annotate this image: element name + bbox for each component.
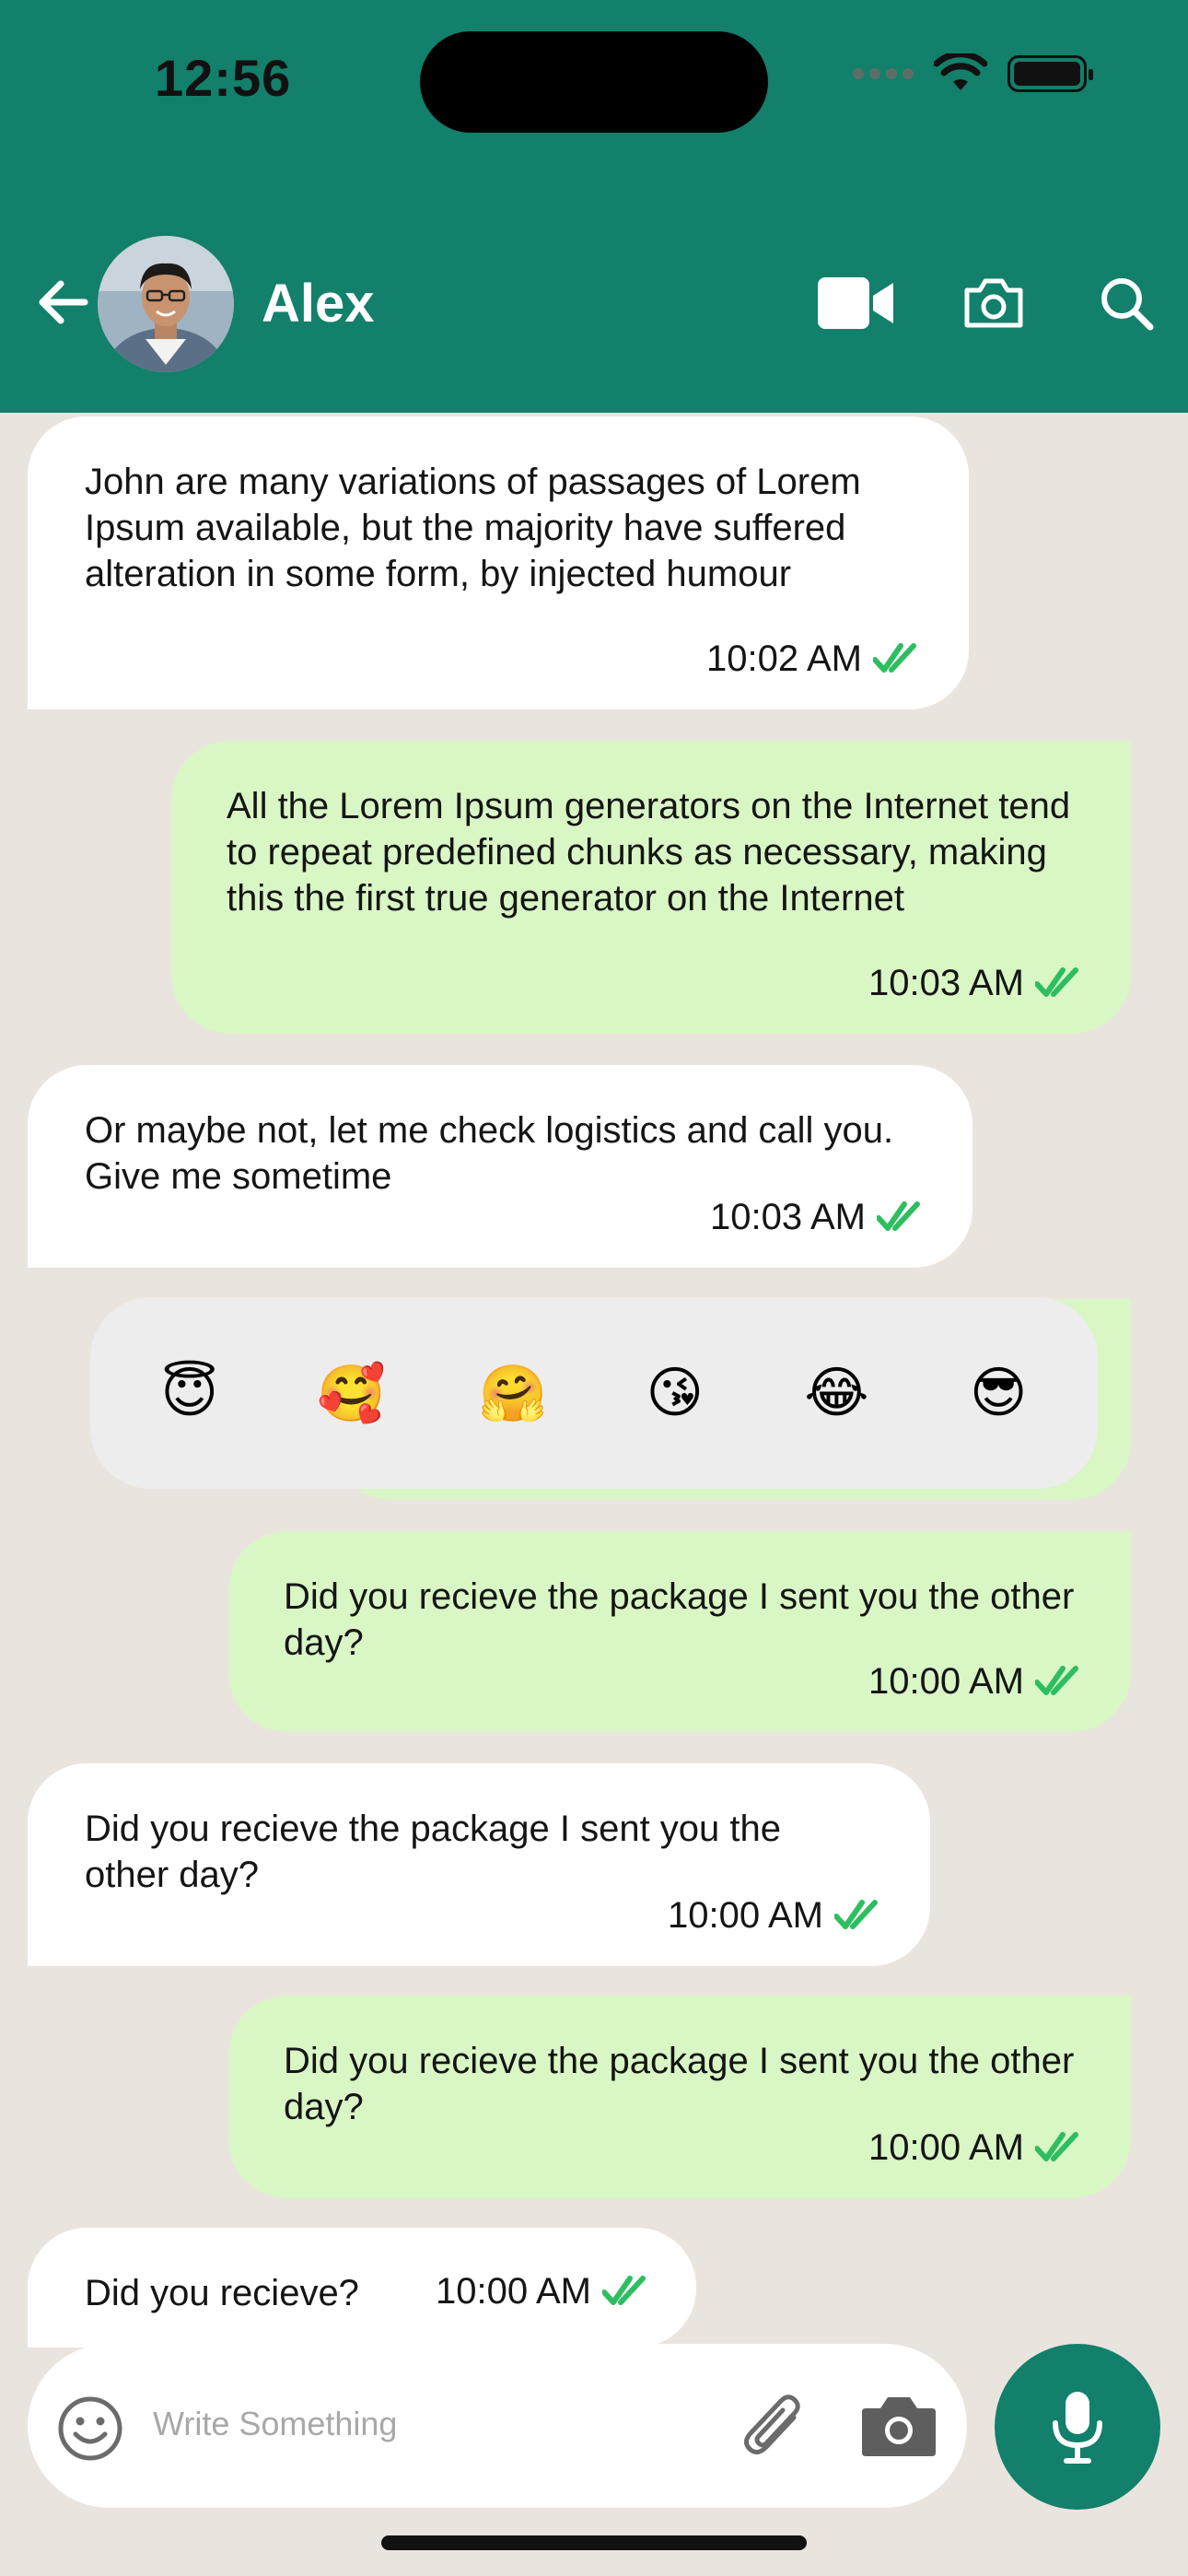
message-time: 10:00 AM [667,1895,823,1936]
chat-header: 12:56 Alex [0,0,1188,413]
camera-icon [964,278,1023,328]
message-text: Did you recieve the package I sent you t… [284,1576,1075,1663]
dynamic-island [420,31,768,133]
double-check-icon [834,1900,878,1929]
battery-icon [1007,55,1093,92]
message-text: All the Lorem Ipsum generators on the In… [227,786,1071,919]
reaction-emoji[interactable]: 😘 [638,1361,712,1425]
message-bubble-outgoing[interactable]: All the Lorem Ipsum generators on the In… [171,741,1131,1034]
contact-avatar[interactable] [98,236,234,372]
message-time: 10:03 AM [709,1197,866,1237]
double-check-icon [1035,1666,1078,1695]
message-bubble-outgoing[interactable]: Did you recieve the package I sent you t… [228,1531,1131,1732]
message-text: John are many variations of passages of … [85,462,861,594]
camera-button[interactable] [954,271,1033,335]
reaction-emoji[interactable]: 😎 [961,1361,1035,1425]
double-check-icon [877,1201,920,1231]
home-indicator[interactable] [381,2535,807,2550]
message-time: 10:02 AM [705,638,862,679]
message-bubble-outgoing[interactable]: Did you recieve the package I sent you t… [228,1996,1131,2198]
message-text: Did you recieve the package I sent you t… [284,2041,1075,2127]
emoji-picker-icon[interactable] [57,2395,123,2462]
search-button[interactable] [1087,271,1166,335]
message-text: Or maybe not, let me check logistics and… [85,1110,894,1197]
back-arrow-icon[interactable] [33,273,92,332]
message-time: 10:03 AM [868,963,1024,1003]
double-check-icon [1035,967,1078,997]
reaction-picker: 😇 🥰 🤗 😘 😂 😎 [90,1297,1098,1489]
reaction-emoji[interactable]: 🤗 [476,1361,550,1426]
video-call-button[interactable] [816,271,895,335]
status-time: 12:56 [155,49,292,107]
message-time: 10:00 AM [868,1661,1024,1702]
message-input[interactable]: Write Something [153,2405,397,2443]
message-text: Did you recieve the package I sent you t… [85,1809,782,1895]
message-time: 10:00 AM [435,2271,591,2312]
message-bubble-incoming[interactable]: Did you recieve? 10:00 AM [28,2228,696,2348]
message-bubble-incoming[interactable]: John are many variations of passages of … [28,416,969,709]
microphone-icon [1053,2392,1102,2464]
double-check-icon [1035,2132,1078,2161]
video-camera-icon [818,277,893,329]
wifi-icon [934,53,987,90]
double-check-icon [873,643,916,673]
message-composer: Write Something [28,2344,967,2508]
double-check-icon [602,2276,646,2305]
message-time: 10:00 AM [868,2127,1024,2168]
reaction-emoji[interactable]: 😇 [153,1361,227,1425]
avatar-photo [98,236,234,372]
camera-icon[interactable] [860,2392,938,2458]
message-bubble-incoming[interactable]: Did you recieve the package I sent you t… [28,1763,930,1966]
message-bubble-incoming[interactable]: Or maybe not, let me check logistics and… [28,1065,973,1268]
status-icons [853,53,1093,94]
contact-name[interactable]: Alex [262,273,375,334]
search-icon [1101,278,1154,331]
attachment-paperclip-icon[interactable] [739,2390,809,2464]
reaction-emoji[interactable]: 🥰 [314,1361,388,1426]
reaction-emoji[interactable]: 😂 [799,1361,873,1425]
voice-record-button[interactable] [995,2344,1160,2510]
cellular-signal-icon [853,68,914,79]
